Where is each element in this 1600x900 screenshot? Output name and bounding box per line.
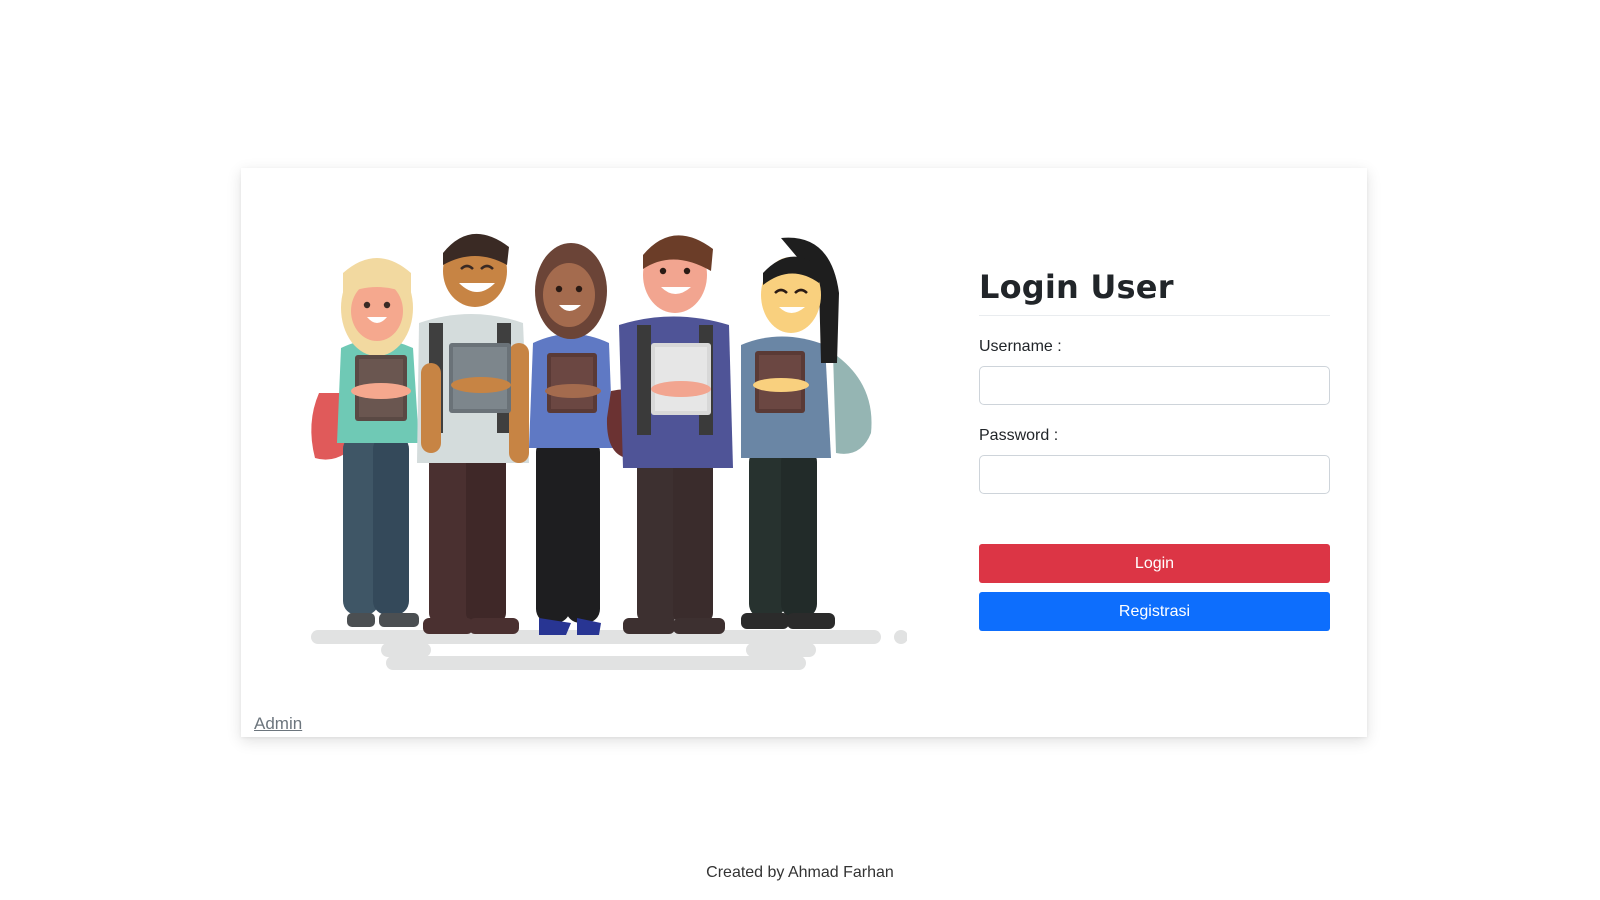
- register-button[interactable]: Registrasi: [979, 592, 1330, 631]
- login-button[interactable]: Login: [979, 544, 1330, 583]
- admin-link[interactable]: Admin: [254, 714, 302, 734]
- username-label: Username :: [979, 338, 1062, 355]
- login-form: Login User Username : Password : Login R…: [979, 268, 1330, 631]
- footer-credit: Created by Ahmad Farhan: [706, 864, 894, 881]
- password-input[interactable]: [979, 455, 1330, 494]
- page-title: Login User: [979, 268, 1330, 316]
- student-2-figure: [417, 233, 529, 634]
- password-label: Password :: [979, 427, 1059, 444]
- student-1-figure: [311, 258, 419, 627]
- login-card: Admin Login User Username : Password : L…: [241, 168, 1367, 737]
- students-illustration: [311, 233, 907, 670]
- student-4-figure: [619, 235, 733, 634]
- username-input[interactable]: [979, 366, 1330, 405]
- student-5-figure: [741, 237, 872, 629]
